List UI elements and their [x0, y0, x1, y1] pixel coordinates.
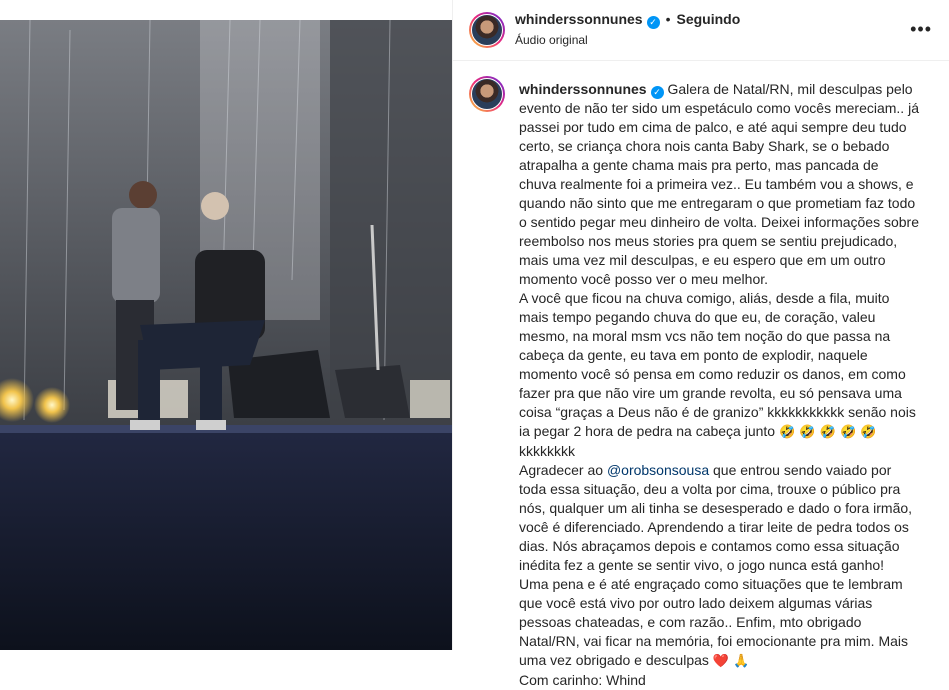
caption-paragraph-1: whinderssonnunes ✓ Galera de Natal/RN, mi…	[519, 80, 919, 289]
post-side-panel: whinderssonnunes ✓ • Seguindo Áudio origina…	[452, 0, 949, 688]
rofl-emoji-icon: 🤣 🤣 🤣 🤣 🤣	[778, 425, 877, 440]
caption-author-username[interactable]: whinderssonnunes	[519, 81, 647, 97]
following-button[interactable]: Seguindo	[676, 11, 740, 27]
caption-paragraph-2: A você que ficou na chuva comigo, aliás,…	[519, 289, 919, 461]
avatar-photo	[471, 14, 503, 46]
caption-text-1: Galera de Natal/RN, mil desculpas pelo e…	[519, 81, 920, 287]
caption-author-avatar[interactable]	[469, 76, 505, 112]
caption-text-3a: Agradecer ao	[519, 462, 604, 478]
caption-text-3b: que entrou sendo vaiado por toda essa si…	[519, 462, 913, 573]
post-header: whinderssonnunes ✓ • Seguindo Áudio origina…	[453, 0, 949, 61]
separator-dot: •	[665, 11, 671, 27]
original-audio-link[interactable]: Áudio original	[515, 33, 588, 47]
caption-text-2-end: kkkkkkkk	[519, 443, 575, 459]
caption-paragraph-3: Agradecer ao @orobsonsousa que entrou se…	[519, 461, 919, 575]
verified-badge-icon: ✓	[650, 86, 664, 99]
mention-link[interactable]: @orobsonsousa	[607, 462, 709, 478]
caption-signature: Com carinho: Whind	[519, 672, 646, 688]
post-caption: whinderssonnunes ✓ Galera de Natal/RN, mi…	[519, 80, 919, 690]
video-frame[interactable]	[0, 20, 452, 650]
caption-text-2: A você que ficou na chuva comigo, aliás,…	[519, 290, 916, 439]
avatar-photo	[471, 78, 503, 110]
author-avatar[interactable]	[469, 12, 505, 48]
author-username[interactable]: whinderssonnunes	[515, 11, 643, 27]
verified-badge-icon: ✓	[646, 16, 660, 29]
post-media[interactable]	[0, 0, 452, 650]
more-options-icon[interactable]: •••	[910, 20, 932, 38]
heart-pray-emoji-icon: ❤️ 🙏	[712, 654, 750, 669]
header-author-row: whinderssonnunes ✓ • Seguindo	[515, 11, 740, 29]
concert-video-image	[0, 20, 452, 650]
caption-paragraph-4: Uma pena e é até engraçado como situaçõe…	[519, 575, 919, 671]
